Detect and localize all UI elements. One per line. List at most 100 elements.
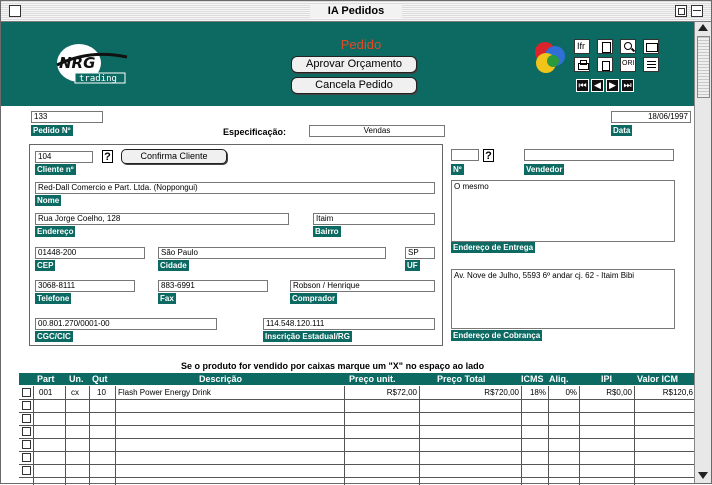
- cidade-label: Cidade: [158, 260, 189, 271]
- cell-qut[interactable]: 10: [97, 387, 106, 398]
- caixa-checkbox[interactable]: [22, 440, 31, 449]
- cell-icms[interactable]: 18%: [521, 387, 546, 398]
- col-icms: ICMS: [521, 374, 544, 384]
- endereco-entrega-field[interactable]: O mesmo: [451, 180, 675, 242]
- telefone-label: Telefone: [35, 293, 72, 304]
- comprador-field[interactable]: Robson / Henrique: [290, 280, 435, 292]
- endereco-cobranca-field[interactable]: Av. Nove de Julho, 5593 6º andar cj. 62 …: [451, 269, 675, 329]
- trash-icon[interactable]: [597, 57, 613, 72]
- confirma-cliente-button[interactable]: Confirma Cliente: [121, 149, 227, 164]
- sort-icon[interactable]: Ifr: [574, 39, 590, 54]
- col-aliq: Aliq.: [549, 374, 569, 384]
- client-lookup-button[interactable]: ?: [102, 150, 113, 163]
- uf-label: UF: [405, 260, 420, 271]
- scroll-thumb[interactable]: [697, 36, 710, 98]
- scroll-down-arrow-icon[interactable]: [698, 472, 708, 479]
- caixa-checkbox[interactable]: [22, 401, 31, 410]
- cell-aliq[interactable]: 0%: [548, 387, 577, 398]
- date-field[interactable]: 18/06/1997: [611, 111, 691, 123]
- previous-record-icon[interactable]: ◀: [591, 79, 604, 92]
- aprovar-orcamento-button[interactable]: Aprovar Orçamento: [291, 56, 417, 73]
- vendedor-number-field[interactable]: [451, 149, 479, 161]
- col-qut: Qut: [92, 374, 108, 384]
- caixa-checkbox[interactable]: [22, 453, 31, 462]
- endereco-label: Endereço: [35, 226, 76, 237]
- caixa-checkbox[interactable]: [22, 427, 31, 436]
- inscricao-label: Inscrição Estadual/RG: [263, 331, 352, 342]
- cell-part[interactable]: 001: [39, 387, 52, 398]
- uf-field[interactable]: SP: [405, 247, 435, 259]
- last-record-icon[interactable]: ⏭: [621, 79, 634, 92]
- col-un: Un.: [69, 374, 84, 384]
- first-record-icon[interactable]: ⏮: [576, 79, 589, 92]
- cgc-field[interactable]: 00.801.270/0001-00: [35, 318, 217, 330]
- color-palette-icon[interactable]: [531, 39, 567, 75]
- especificacao-label: Especificação:: [223, 127, 287, 137]
- client-section: [29, 144, 443, 346]
- list-icon[interactable]: [643, 57, 659, 72]
- bairro-field[interactable]: Itaim: [313, 213, 435, 225]
- endereco-field[interactable]: Rua Jorge Coelho, 128: [35, 213, 289, 225]
- cell-descricao[interactable]: Flash Power Energy Drink: [118, 387, 211, 398]
- pedido-title: Pedido: [340, 37, 382, 52]
- nrg-trading-logo: NRG trading: [56, 44, 128, 84]
- cell-preco-total[interactable]: R$720,00: [419, 387, 519, 398]
- telefone-field[interactable]: 3068-8111: [35, 280, 135, 292]
- vendedor-field[interactable]: [524, 149, 674, 161]
- vendedor-number-label: Nº: [451, 164, 464, 175]
- print-icon[interactable]: [574, 57, 590, 72]
- close-box[interactable]: [9, 5, 21, 17]
- search-icon[interactable]: [620, 39, 636, 54]
- col-ipi: IPI: [601, 374, 613, 384]
- comprador-label: Comprador: [290, 293, 338, 304]
- cell-preco-unit[interactable]: R$72,00: [344, 387, 417, 398]
- caixa-checkbox[interactable]: [22, 414, 31, 423]
- cell-un[interactable]: cx: [71, 387, 79, 398]
- endereco-entrega-label: Endereço de Entrega: [451, 242, 536, 253]
- next-record-icon[interactable]: ▶: [606, 79, 619, 92]
- cidade-field[interactable]: São Paulo: [158, 247, 386, 259]
- title-bar[interactable]: IA Pedidos: [1, 1, 711, 22]
- caixa-checkbox[interactable]: [22, 466, 31, 475]
- col-part: Part: [37, 374, 55, 384]
- pedido-number-field[interactable]: 133: [31, 111, 103, 123]
- window-title: IA Pedidos: [310, 4, 402, 18]
- pedido-number-label: Pedido Nº: [31, 125, 73, 136]
- cgc-label: CGC/CIC: [35, 331, 73, 342]
- cell-valor-icm[interactable]: R$120,6: [634, 387, 693, 398]
- caixa-checkbox[interactable]: [22, 388, 31, 397]
- cliente-number-label: Cliente nº: [35, 164, 76, 175]
- nome-field[interactable]: Red-Dall Comercio e Part. Ltda. (Noppong…: [35, 182, 435, 194]
- logo-text-trading: trading: [79, 74, 117, 84]
- scroll-up-arrow-icon[interactable]: [698, 24, 708, 31]
- col-descricao: Descrição: [199, 374, 243, 384]
- inscricao-field[interactable]: 114.548.120.111: [263, 318, 435, 330]
- col-valor-icm: Valor ICM: [637, 374, 679, 384]
- date-label: Data: [611, 125, 633, 136]
- items-table: 001 cx 10 Flash Power Energy Drink R$72,…: [19, 386, 694, 485]
- vertical-scrollbar[interactable]: [694, 22, 711, 483]
- bairro-label: Bairro: [313, 226, 341, 237]
- nome-label: Nome: [35, 195, 62, 206]
- especificacao-field[interactable]: Vendas: [309, 125, 445, 137]
- form-icon[interactable]: ORI: [620, 57, 636, 72]
- cancela-pedido-button[interactable]: Cancela Pedido: [291, 77, 417, 94]
- caixas-instruction: Se o produto for vendido por caixas marq…: [181, 361, 485, 371]
- fax-field[interactable]: 883-6991: [158, 280, 268, 292]
- cep-label: CEP: [35, 260, 56, 271]
- cep-field[interactable]: 01448-200: [35, 247, 145, 259]
- cell-ipi[interactable]: R$0,00: [579, 387, 632, 398]
- zoom-box[interactable]: [675, 5, 687, 17]
- collapse-box[interactable]: [691, 5, 703, 17]
- col-preco-unit: Preço unit.: [349, 374, 396, 384]
- items-table-header: Part Un. Qut Descrição Preço unit. Preço…: [19, 373, 694, 385]
- endereco-cobranca-label: Endereço de Cobrança: [451, 330, 543, 341]
- cliente-number-field[interactable]: 104: [35, 151, 93, 163]
- pedidos-window: IA Pedidos NRG trading Pedido Aprovar Or…: [0, 0, 712, 485]
- window-icon[interactable]: [643, 39, 659, 54]
- fax-label: Fax: [158, 293, 176, 304]
- col-preco-total: Preço Total: [437, 374, 486, 384]
- vendedor-label: Vendedor: [524, 164, 565, 175]
- new-record-icon[interactable]: [597, 39, 613, 54]
- vendedor-lookup-button[interactable]: ?: [483, 149, 494, 162]
